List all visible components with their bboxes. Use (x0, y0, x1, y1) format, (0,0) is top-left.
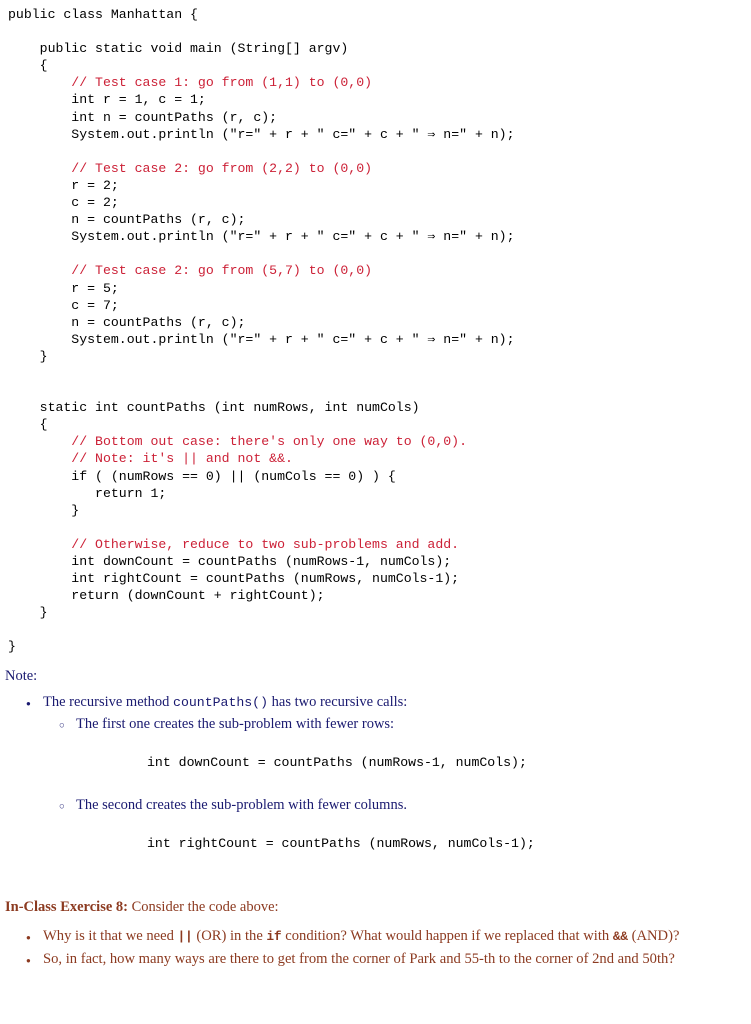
code-line: System.out.println ("r=" + r + " c=" + c… (8, 126, 515, 142)
code-line: int n = countPaths (r, c); (8, 109, 278, 125)
bullet-disc-icon (26, 927, 43, 948)
document-page: public class Manhattan { public static v… (0, 0, 751, 971)
exercise-question-two-text: So, in fact, how many ways are there to … (43, 950, 675, 967)
code-line: // Bottom out case: there's only one way… (8, 433, 751, 450)
q1-part-d: (AND)? (627, 927, 680, 944)
java-code-listing: public class Manhattan { public static v… (0, 0, 751, 656)
code-line: return (downCount + rightCount); (8, 588, 325, 604)
code-line: } (8, 502, 80, 518)
code-line: System.out.println ("r=" + r + " c=" + c… (8, 331, 515, 347)
q1-part-a: Why is it that we need (43, 927, 178, 944)
code-comment: // Test case 2: go from (5,7) to (0,0) (8, 263, 373, 279)
code-line: { (8, 58, 48, 74)
exercise-question-two: So, in fact, how many ways are there to … (4, 949, 751, 971)
code-line: int downCount = countPaths (numRows-1, n… (8, 554, 452, 569)
code-comment: // Otherwise, reduce to two sub-problems… (8, 536, 460, 552)
exercise-question-one-text: Why is it that we need || (OR) in the if… (43, 926, 679, 947)
code-line: n = countPaths (r, c); (8, 314, 246, 330)
bullet-disc-icon (26, 950, 43, 971)
q1-mono-if: if (266, 929, 282, 944)
code-line: int rightCount = countPaths (numRows, nu… (8, 571, 460, 587)
note-sub-one-text: The first one creates the sub-problem wi… (76, 715, 395, 732)
code-line: c = 2; (8, 195, 119, 211)
code-line: n = countPaths (r, c); (8, 212, 246, 228)
code-line: // Otherwise, reduce to two sub-problems… (8, 536, 751, 553)
code-comment: // Test case 1: go from (1,1) to (0,0) (8, 75, 373, 91)
code-line: c = 7; (8, 297, 119, 313)
note-snippet-right-count: int rightCount = countPaths (numRows, nu… (147, 835, 535, 851)
note-main-post: has two recursive calls: (268, 693, 408, 710)
code-line: // Note: it's || and not &&. (8, 450, 751, 467)
code-line: } (8, 348, 48, 364)
note-bullet-sub-one: The first one creates the sub-problem wi… (4, 715, 751, 736)
code-line: } (8, 639, 16, 655)
bullet-disc-icon (26, 694, 43, 713)
code-line: static int countPaths (int numRows, int … (8, 400, 420, 416)
code-line: int r = 1, c = 1; (8, 92, 206, 108)
exercise-question-list: Why is it that we need || (OR) in the if… (4, 926, 751, 971)
note-snippet-down-count: int downCount = countPaths (numRows-1, n… (147, 754, 527, 770)
note-bullet-main: The recursive method countPaths() has tw… (4, 693, 751, 713)
note-sub-two-text: The second creates the sub-problem with … (76, 796, 407, 813)
q1-mono-or: || (177, 929, 193, 944)
code-comment: // Test case 2: go from (2,2) to (0,0) (8, 160, 373, 176)
code-line: public static void main (String[] argv) (8, 41, 349, 57)
q1-part-c: condition? What would happen if we repla… (281, 927, 613, 944)
code-line: } (8, 605, 48, 621)
code-line: r = 2; (8, 177, 119, 193)
exercise-label: In-Class Exercise 8: (5, 898, 128, 915)
code-line: public class Manhattan { (8, 7, 198, 22)
note-main-pre: The recursive method (43, 693, 174, 710)
exercise-section: In-Class Exercise 8: Consider the code a… (0, 898, 751, 971)
note-section: Note: The recursive method countPaths() … (0, 667, 751, 852)
code-line: // Test case 1: go from (1,1) to (0,0) (8, 74, 751, 91)
bullet-circle-icon (59, 797, 76, 817)
code-line: r = 5; (8, 280, 119, 296)
code-line: { (8, 417, 48, 433)
exercise-question-one: Why is it that we need || (OR) in the if… (4, 926, 751, 948)
exercise-heading: In-Class Exercise 8: Consider the code a… (4, 898, 751, 917)
note-main-mono: countPaths() (173, 694, 269, 710)
note-bullet-main-text: The recursive method countPaths() has tw… (43, 693, 407, 712)
bullet-circle-icon (59, 716, 76, 736)
q1-mono-and: && (612, 929, 628, 944)
code-line: // Test case 2: go from (5,7) to (0,0) (8, 262, 751, 279)
q1-part-b: (OR) in the (192, 927, 267, 944)
note-heading: Note: (5, 667, 38, 684)
code-comment: // Bottom out case: there's only one way… (8, 434, 467, 450)
note-bullet-sub-two: The second creates the sub-problem with … (4, 796, 751, 817)
exercise-intro: Consider the code above: (127, 898, 279, 915)
code-line: return 1; (8, 485, 167, 501)
code-line: System.out.println ("r=" + r + " c=" + c… (8, 229, 515, 245)
code-comment: // Note: it's || and not &&. (8, 451, 293, 467)
code-line: // Test case 2: go from (2,2) to (0,0) (8, 160, 751, 177)
code-line: if ( (numRows == 0) || (numCols == 0) ) … (8, 468, 396, 484)
